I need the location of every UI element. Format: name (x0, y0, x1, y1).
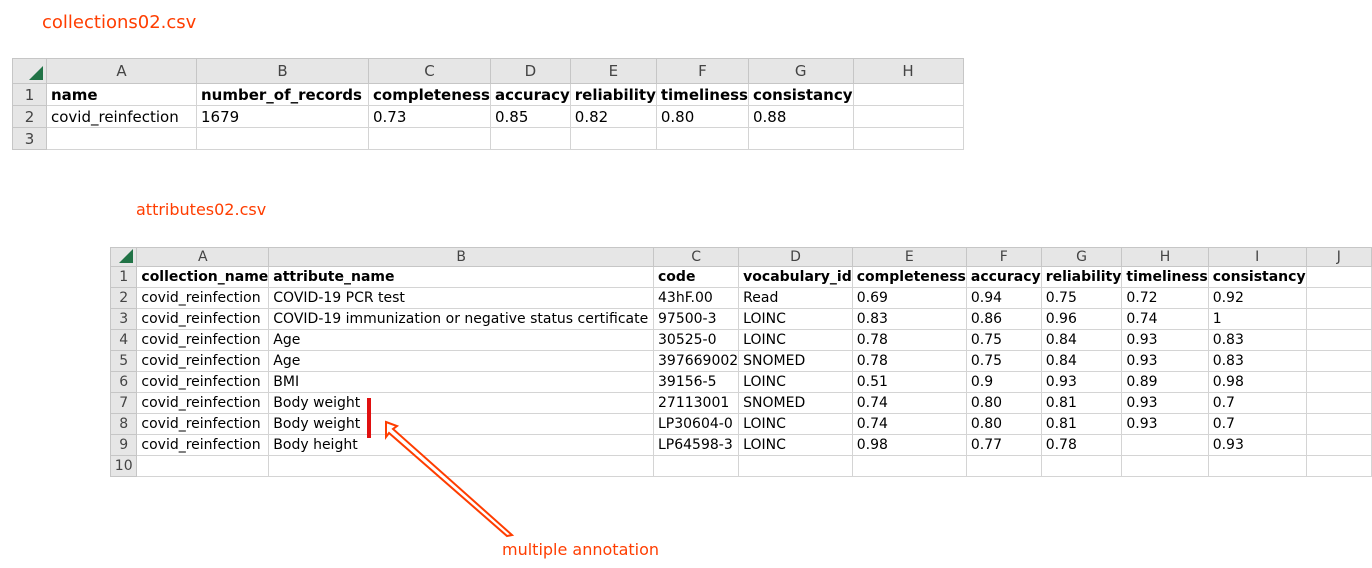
multiple-annotation-label: multiple annotation (502, 540, 660, 559)
annotation-arrow-icon (385, 420, 515, 538)
